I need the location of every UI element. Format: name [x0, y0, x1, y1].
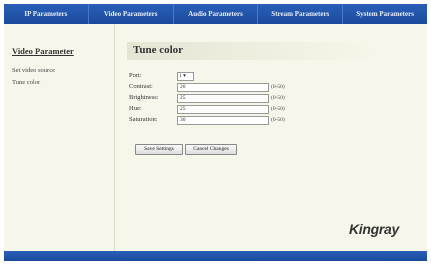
contrast-label: Contrast: [129, 83, 153, 90]
brightness-input[interactable]: 25 [177, 94, 269, 103]
tab-stream-parameters[interactable]: Stream Parameters [258, 4, 344, 24]
tab-video-parameters[interactable]: Video Parameters [89, 4, 174, 24]
port-select[interactable]: 1 ▾ [177, 72, 194, 81]
page-title: Tune color [133, 44, 184, 56]
port-value: 1 [179, 73, 182, 79]
sidebar: Video Parameter Set video source Tune co… [4, 24, 115, 251]
kingray-logo: Kingray [349, 221, 400, 237]
sidebar-item-tune-color[interactable]: Tune color [12, 79, 40, 86]
saturation-label: Saturation: [129, 116, 158, 123]
sidebar-title: Video Parameter [12, 46, 74, 56]
brightness-range: (0-50) [271, 95, 285, 101]
title-bar: Tune color [127, 42, 379, 60]
hue-input[interactable]: 25 [177, 105, 269, 114]
tab-system-parameters[interactable]: System Parameters [343, 4, 427, 24]
tab-ip-parameters[interactable]: IP Parameters [4, 4, 89, 24]
main-panel: Tune color Port: 1 ▾ Contrast: 20 (0-50)… [115, 24, 427, 251]
tab-audio-parameters[interactable]: Audio Parameters [174, 4, 259, 24]
sidebar-item-set-video-source[interactable]: Set video source [12, 67, 55, 74]
hue-label: Hue: [129, 105, 142, 112]
saturation-range: (0-50) [271, 117, 285, 123]
top-nav: IP Parameters Video Parameters Audio Par… [4, 4, 427, 24]
save-settings-button[interactable]: Save Settings [135, 144, 183, 155]
contrast-range: (0-50) [271, 84, 285, 90]
footer-bar [4, 251, 427, 261]
cancel-changes-button[interactable]: Cancel Changes [185, 144, 237, 155]
contrast-input[interactable]: 20 [177, 83, 269, 92]
brightness-label: Brightness: [129, 94, 159, 101]
hue-range: (0-50) [271, 106, 285, 112]
chevron-down-icon: ▾ [183, 73, 186, 79]
app-frame: IP Parameters Video Parameters Audio Par… [4, 4, 427, 261]
port-label: Port: [129, 72, 142, 79]
saturation-input[interactable]: 30 [177, 116, 269, 125]
